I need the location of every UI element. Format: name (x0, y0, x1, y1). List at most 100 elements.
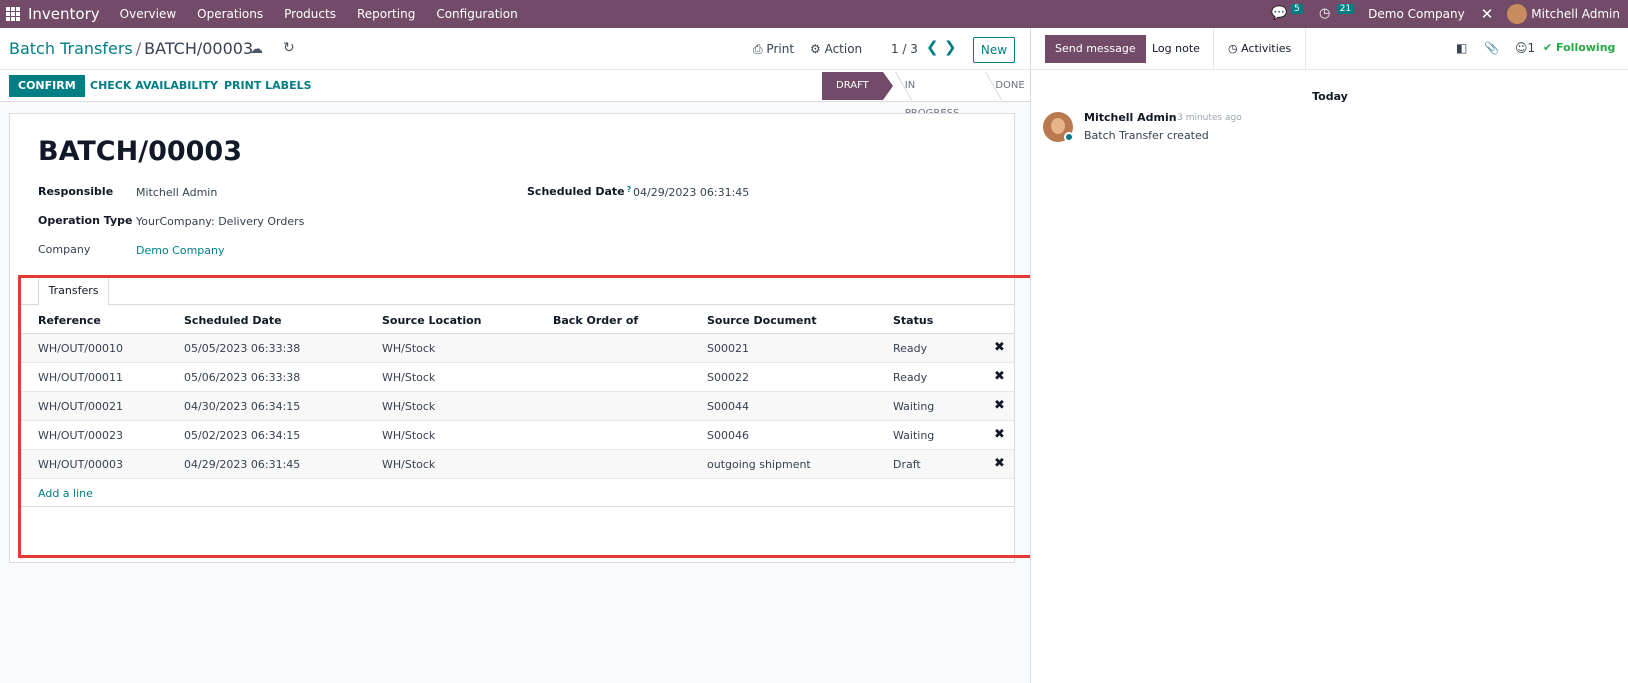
following-button[interactable]: ✔ Following (1543, 41, 1615, 54)
chevron-right-icon[interactable]: ❯ (944, 38, 957, 56)
pager-value[interactable]: 1 / 3 (891, 42, 918, 56)
remove-row-icon[interactable]: ✖ (994, 398, 1005, 413)
column-source-location[interactable]: Source Location (382, 314, 481, 327)
company-switcher[interactable]: Demo Company (1368, 7, 1465, 21)
company-label: Company (38, 243, 91, 256)
print-labels-button[interactable]: PRINT LABELS (224, 75, 312, 97)
table-row[interactable]: WH/OUT/00023 05/02/2023 06:34:15 WH/Stoc… (18, 421, 1014, 450)
remove-row-icon[interactable]: ✖ (994, 340, 1005, 355)
scheduled-date-label: Scheduled Date? (527, 185, 631, 198)
status-bar: CONFIRM CHECK AVAILABILITY PRINT LABELS … (0, 70, 1030, 119)
cell-reference: WH/OUT/00011 (38, 371, 123, 384)
printer-icon: ⎙ (753, 42, 767, 56)
control-panel: Batch Transfers / BATCH/00003 ☁ ↻ ⎙ Print … (0, 28, 1030, 70)
cell-status: Ready (893, 371, 928, 384)
cell-status: Draft (893, 458, 921, 471)
table-body: WH/OUT/00010 05/05/2023 06:33:38 WH/Stoc… (18, 334, 1014, 507)
transfers-table: Reference Scheduled Date Source Location… (18, 306, 1014, 507)
print-menu[interactable]: ⎙ Print (753, 42, 794, 57)
scheduled-date-label-text: Scheduled Date (527, 185, 625, 198)
apps-menu-icon[interactable] (6, 7, 20, 21)
remove-row-icon[interactable]: ✖ (994, 456, 1005, 471)
column-back-order-of[interactable]: Back Order of (553, 314, 638, 327)
activities-button[interactable]: ◷ Activities (1213, 28, 1307, 70)
check-availability-button[interactable]: CHECK AVAILABILITY (90, 75, 218, 97)
chevron-left-icon[interactable]: ❮ (926, 38, 939, 56)
remove-row-icon[interactable]: ✖ (994, 369, 1005, 384)
tab-transfers[interactable]: Transfers (38, 276, 109, 306)
save-cloud-icon[interactable]: ☁ (250, 42, 263, 57)
menu-products[interactable]: Products (284, 7, 336, 21)
menu-reporting[interactable]: Reporting (357, 7, 415, 21)
activities-label: Activities (1241, 42, 1292, 55)
stage-in-progress[interactable]: IN PROGRESS (883, 72, 974, 119)
table-row[interactable]: WH/OUT/00010 05/05/2023 06:33:38 WH/Stoc… (18, 334, 1014, 363)
table-header: Reference Scheduled Date Source Location… (18, 306, 1014, 334)
message-time: - 3 minutes ago (1171, 113, 1242, 123)
table-row[interactable]: WH/OUT/00003 04/29/2023 06:31:45 WH/Stoc… (18, 450, 1014, 479)
breadcrumb-separator: / (135, 39, 142, 58)
tools-icon[interactable]: ✕ (1481, 5, 1494, 23)
cell-status: Waiting (893, 400, 935, 413)
table-row[interactable]: WH/OUT/00011 05/06/2023 06:33:38 WH/Stoc… (18, 363, 1014, 392)
confirm-button[interactable]: CONFIRM (9, 75, 85, 97)
company-field[interactable]: Demo Company (136, 244, 225, 257)
send-message-button[interactable]: Send message (1045, 35, 1146, 63)
search-messages-icon[interactable]: ◧ (1456, 41, 1467, 55)
stage-draft[interactable]: DRAFT (822, 72, 893, 100)
stage-pipeline: DRAFT IN PROGRESS DONE (822, 72, 1039, 119)
record-title[interactable]: BATCH/00003 (38, 136, 242, 167)
app-name[interactable]: Inventory (28, 5, 100, 23)
table-row[interactable]: WH/OUT/00021 04/30/2023 06:34:15 WH/Stoc… (18, 392, 1014, 421)
cell-source-location: WH/Stock (382, 429, 436, 442)
column-source-document[interactable]: Source Document (707, 314, 817, 327)
breadcrumb: Batch Transfers / BATCH/00003 (9, 39, 253, 58)
column-scheduled-date[interactable]: Scheduled Date (184, 314, 282, 327)
menu-configuration[interactable]: Configuration (436, 7, 517, 21)
column-reference[interactable]: Reference (38, 314, 101, 327)
message-author[interactable]: Mitchell Admin (1084, 111, 1177, 124)
new-button[interactable]: New (973, 37, 1015, 63)
online-status-icon (1064, 132, 1074, 142)
cell-source-document: outgoing shipment (707, 458, 811, 471)
cell-reference: WH/OUT/00023 (38, 429, 123, 442)
cell-reference: WH/OUT/00021 (38, 400, 123, 413)
top-navbar: Inventory Overview Operations Products R… (0, 0, 1628, 28)
action-menu[interactable]: ⚙ Action (810, 42, 862, 56)
responsible-field[interactable]: Mitchell Admin (136, 186, 217, 199)
discard-icon[interactable]: ↻ (283, 40, 295, 56)
menu-operations[interactable]: Operations (197, 7, 263, 21)
scheduled-date-field[interactable]: 04/29/2023 06:31:45 (633, 186, 749, 199)
breadcrumb-batch-transfers[interactable]: Batch Transfers (9, 39, 133, 58)
followers-button[interactable]: ☺1 (1515, 41, 1535, 55)
message-body: Batch Transfer created (1084, 129, 1209, 142)
cell-reference: WH/OUT/00003 (38, 458, 123, 471)
cell-scheduled-date: 04/29/2023 06:31:45 (184, 458, 301, 471)
log-note-button[interactable]: Log note (1141, 35, 1211, 63)
column-status[interactable]: Status (893, 314, 933, 327)
print-label: Print (766, 42, 795, 56)
messages-icon[interactable]: 💬 (1271, 6, 1287, 22)
clock-icon[interactable]: ◷ (1317, 6, 1333, 22)
user-menu[interactable]: Mitchell Admin (1531, 7, 1620, 21)
chatter-panel: Send message Log note ◷ Activities ◧ 📎 ☺… (1030, 28, 1628, 683)
help-tooltip-icon[interactable]: ? (627, 185, 632, 194)
cell-source-document: S00022 (707, 371, 749, 384)
cell-reference: WH/OUT/00010 (38, 342, 123, 355)
add-line-link[interactable]: Add a line (38, 487, 93, 500)
menu-overview[interactable]: Overview (120, 7, 177, 21)
action-label: Action (824, 42, 863, 56)
cell-scheduled-date: 05/02/2023 06:34:15 (184, 429, 301, 442)
stage-done[interactable]: DONE (973, 72, 1038, 100)
user-avatar[interactable] (1507, 4, 1528, 24)
form-sheet: BATCH/00003 Responsible Mitchell Admin O… (9, 113, 1015, 563)
cell-scheduled-date: 05/06/2023 06:33:38 (184, 371, 301, 384)
responsible-label: Responsible (38, 185, 114, 198)
activities-badge: 21 (1336, 4, 1355, 14)
cell-source-document: S00021 (707, 342, 749, 355)
remove-row-icon[interactable]: ✖ (994, 427, 1005, 442)
operation-type-field[interactable]: YourCompany: Delivery Orders (136, 215, 304, 228)
operation-type-label: Operation Type (38, 214, 133, 227)
gear-icon: ⚙ (810, 42, 825, 56)
paperclip-icon[interactable]: 📎 (1484, 41, 1499, 55)
